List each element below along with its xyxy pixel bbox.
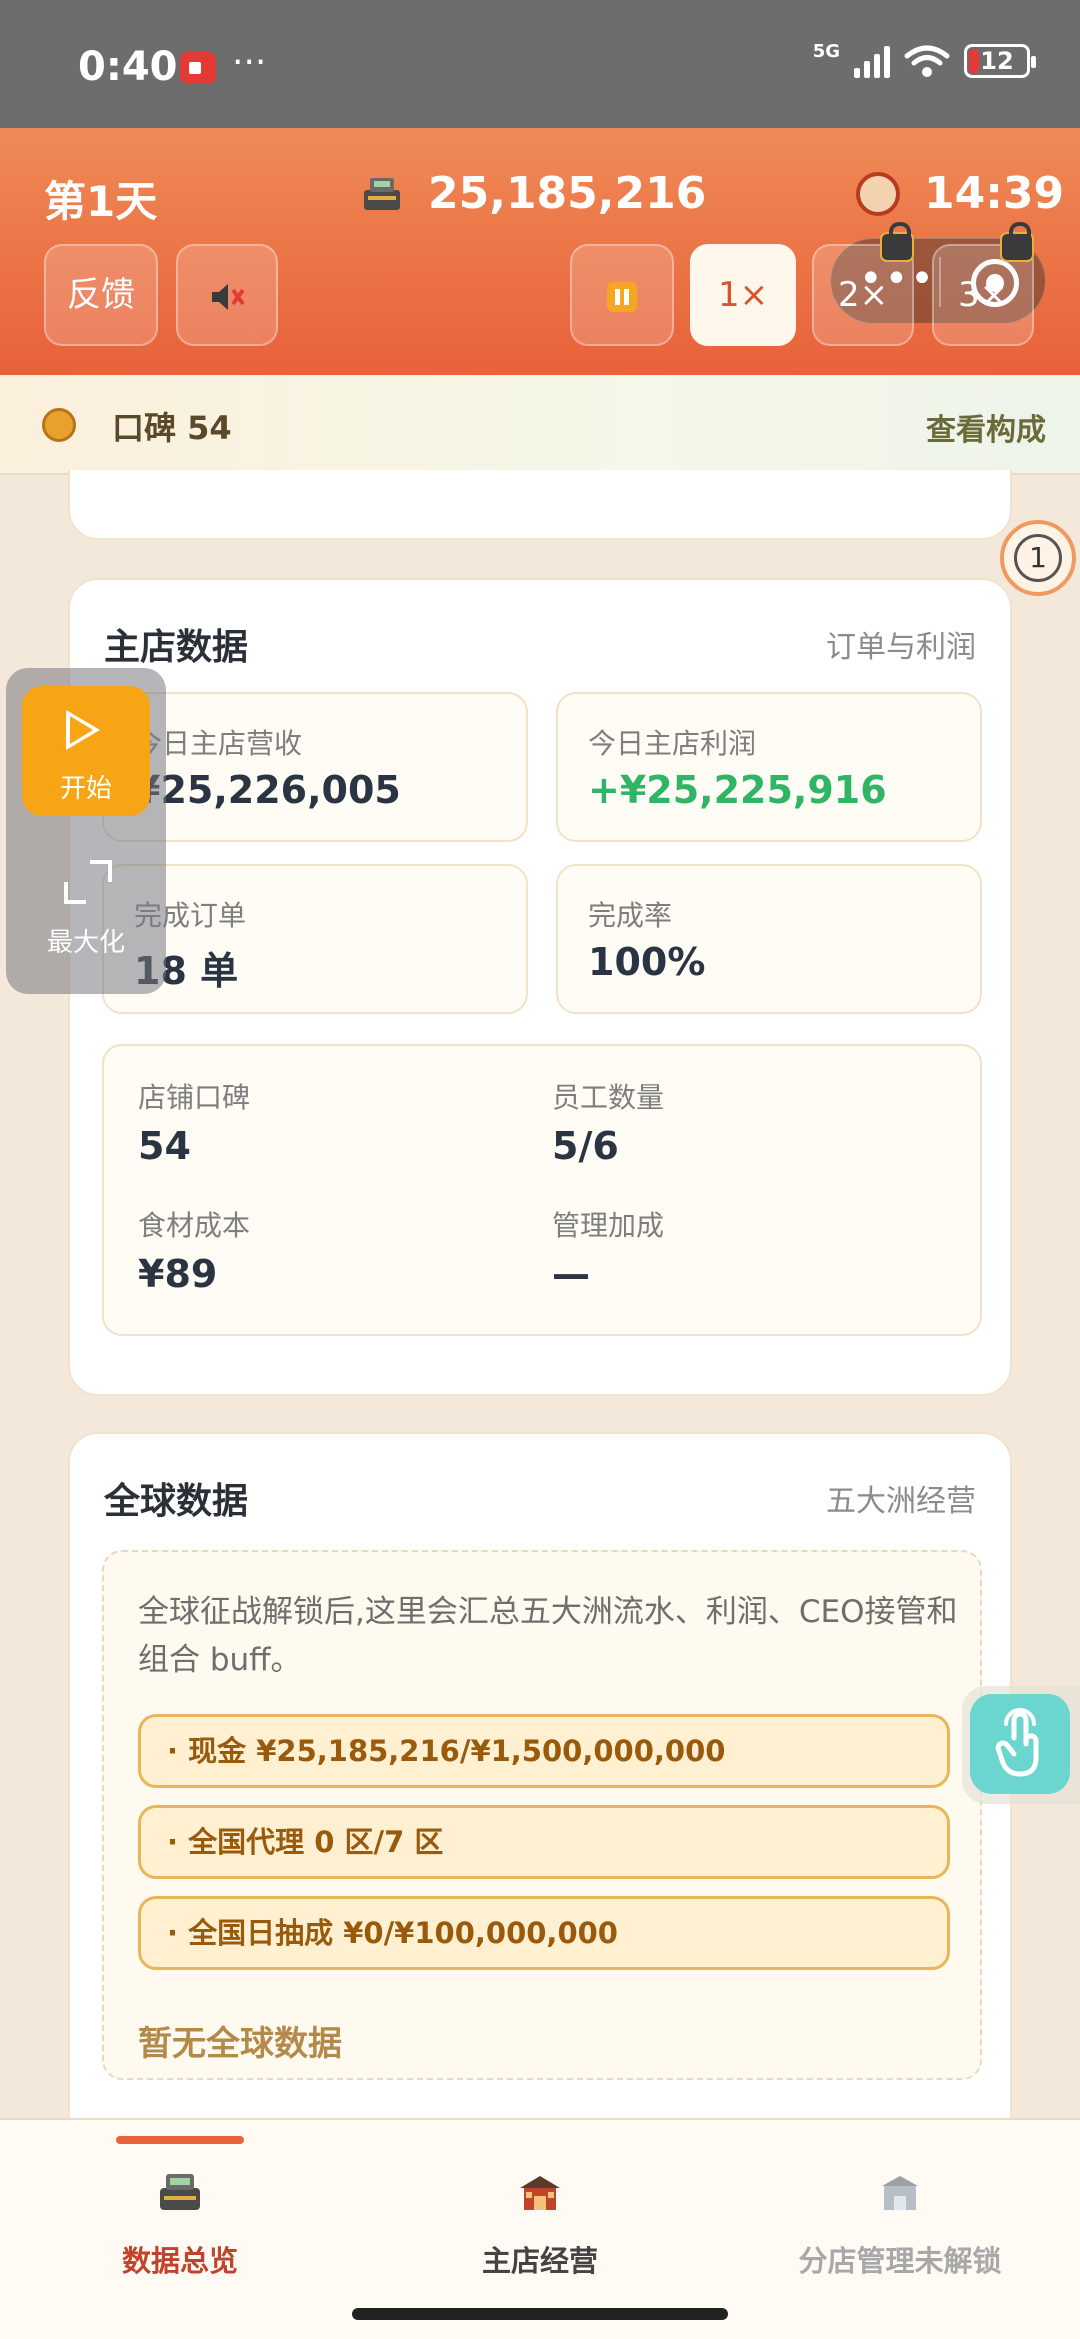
- speed-2x-button[interactable]: 2×: [812, 222, 914, 346]
- tab-main-store[interactable]: 主店经营: [360, 2120, 720, 2300]
- reputation-medal-icon: [42, 408, 76, 442]
- day-counter: 第1天: [44, 177, 158, 226]
- global-locked-box: 全球征战解锁后,这里会汇总五大洲流水、利润、CEO接管和组合 buff。 · 现…: [102, 1550, 982, 2080]
- status-more-dots: ···: [232, 42, 267, 83]
- orders-profit-link[interactable]: 订单与利润: [826, 622, 976, 666]
- status-indicators: 5G 12: [812, 40, 1036, 78]
- floating-control-panel: 开始 最大化: [6, 668, 166, 994]
- global-data-title: 全球数据: [104, 1481, 249, 1522]
- main-store-title: 主店数据: [104, 627, 249, 668]
- speed-3x-button[interactable]: 3×: [932, 222, 1034, 346]
- cash-register-icon: [364, 178, 400, 210]
- badge-count: 1: [1014, 534, 1062, 582]
- global-data-card: 全球数据 五大洲经营 全球征战解锁后,这里会汇总五大洲流水、利润、CEO接管和组…: [68, 1432, 1012, 2132]
- main-store-card: 主店数据 订单与利润 今日主店营收 ¥25,226,005 今日主店利润 +¥2…: [68, 578, 1012, 1396]
- mute-button[interactable]: [176, 244, 278, 346]
- pause-icon: [607, 281, 637, 312]
- staff-count-value: 5/6: [552, 1124, 619, 1168]
- bottom-tab-bar: 数据总览 主店经营 分店管理未解锁: [0, 2118, 1080, 2339]
- ingredient-cost-label: 食材成本: [138, 1209, 251, 1242]
- store-reputation-label: 店铺口碑: [138, 1081, 251, 1114]
- cash-register-icon: [160, 2174, 200, 2210]
- signal-icon: [854, 44, 890, 78]
- speed-3x-label: 3×: [957, 275, 1009, 315]
- management-bonus-label: 管理加成: [552, 1209, 665, 1242]
- profit-stat: 今日主店利润 +¥25,225,916: [556, 692, 982, 842]
- status-time: 0:40: [78, 44, 178, 90]
- play-icon: [66, 710, 100, 750]
- view-composition-link[interactable]: 查看构成: [926, 405, 1046, 449]
- completion-label: 完成率: [588, 899, 673, 932]
- start-button[interactable]: 开始: [22, 686, 150, 816]
- start-label: 开始: [59, 774, 112, 804]
- status-bar: 0:40 ··· 5G 12: [0, 0, 1080, 128]
- feedback-button[interactable]: 反馈: [44, 244, 158, 346]
- revenue-value: ¥25,226,005: [134, 768, 401, 812]
- reputation-bar: 口碑 54 查看构成: [0, 375, 1080, 475]
- tab-data-overview-label: 数据总览: [121, 2244, 238, 2278]
- maximize-icon[interactable]: [64, 860, 112, 904]
- management-bonus-value: —: [552, 1252, 590, 1296]
- tab-branch-management-label: 分店管理未解锁: [798, 2244, 1002, 2278]
- reputation-label: 口碑 54: [112, 409, 232, 447]
- store-reputation-value: 54: [138, 1124, 191, 1168]
- cash-amount: 25,185,216: [428, 168, 707, 219]
- profit-value: +¥25,225,916: [588, 768, 887, 812]
- lock-icon: [1000, 222, 1034, 262]
- battery-level: 12: [980, 47, 1014, 75]
- speaker-muted-icon: [212, 283, 245, 310]
- game-clock: 14:39: [924, 168, 1065, 219]
- previous-card-bottom: [68, 470, 1012, 540]
- floating-count-badge[interactable]: 1: [1000, 520, 1076, 596]
- requirement-cash: · 现金 ¥25,185,216/¥1,500,000,000: [138, 1714, 950, 1788]
- branch-store-icon: [882, 2176, 918, 2210]
- network-type: 5G: [812, 40, 840, 62]
- lock-icon: [880, 222, 914, 262]
- staff-count-label: 员工数量: [552, 1081, 665, 1114]
- completion-stat: 完成率 100%: [556, 864, 982, 1014]
- screen-record-icon: [180, 52, 216, 84]
- requirement-daily-commission: · 全国日抽成 ¥0/¥100,000,000: [138, 1896, 950, 1970]
- home-indicator[interactable]: [352, 2308, 728, 2320]
- tab-branch-management[interactable]: 分店管理未解锁: [720, 2120, 1080, 2300]
- tab-data-overview[interactable]: 数据总览: [0, 2120, 360, 2300]
- store-details-box: 店铺口碑 54 员工数量 5/6 食材成本 ¥89 管理加成 —: [102, 1044, 982, 1336]
- five-continents-link[interactable]: 五大洲经营: [826, 1476, 976, 1520]
- global-empty-state: 暂无全球数据: [138, 2024, 342, 2064]
- maximize-label[interactable]: 最大化: [6, 922, 166, 959]
- pause-button[interactable]: [570, 244, 674, 346]
- tap-gesture-icon: [970, 1694, 1070, 1794]
- requirement-agents: · 全国代理 0 区/7 区: [138, 1805, 950, 1879]
- global-description: 全球征战解锁后,这里会汇总五大洲流水、利润、CEO接管和组合 buff。: [138, 1594, 958, 1678]
- battery-icon: 12: [964, 44, 1036, 78]
- active-tab-indicator: [116, 2136, 244, 2144]
- game-header: 第1天 25,185,216 14:39 ••• 反馈 1× 2× 3×: [0, 128, 1080, 375]
- speed-2x-label: 2×: [837, 275, 889, 315]
- wifi-icon: [904, 45, 950, 77]
- touch-assist-button[interactable]: [962, 1686, 1080, 1804]
- profit-label: 今日主店利润: [588, 727, 757, 760]
- speed-1x-button[interactable]: 1×: [690, 244, 796, 346]
- ingredient-cost-value: ¥89: [138, 1252, 218, 1296]
- tab-main-store-label: 主店经营: [481, 2244, 598, 2278]
- completion-value: 100%: [588, 940, 706, 984]
- alarm-clock-icon: [856, 172, 900, 216]
- restaurant-icon: [520, 2176, 560, 2210]
